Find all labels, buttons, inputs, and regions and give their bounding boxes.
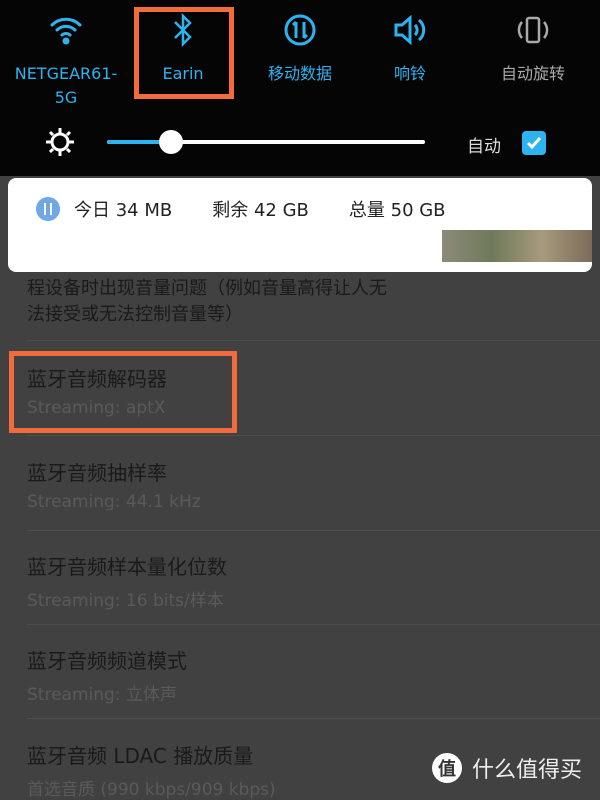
tile-ringer[interactable]: 响铃: [355, 10, 465, 86]
remaining-data: 剩余 42 GB: [212, 200, 309, 221]
brightness-slider[interactable]: [107, 130, 425, 154]
tile-wifi[interactable]: NETGEAR61- 5G: [11, 10, 121, 110]
data-usage-card[interactable]: 今日 34 MB 剩余 42 GB 总量 50 GB: [8, 178, 592, 272]
tile-mobile-data[interactable]: 移动数据: [245, 10, 355, 86]
watermark: 值什么值得买: [432, 752, 582, 784]
divider: [27, 435, 600, 436]
setting-item-bits[interactable]: 蓝牙音频样本量化位数 Streaming: 16 bits/样本: [27, 551, 227, 611]
tile-label: NETGEAR61-: [14, 64, 118, 83]
setting-subtitle: Streaming: 16 bits/样本: [27, 591, 224, 611]
tile-label: 响铃: [393, 64, 426, 83]
setting-title: 蓝牙音频样本量化位数: [27, 555, 227, 579]
tile-label: 自动旋转: [500, 64, 565, 83]
tile-auto-rotate[interactable]: 自动旋转: [478, 10, 588, 86]
setting-item-sample-rate[interactable]: 蓝牙音频抽样率 Streaming: 44.1 kHz: [27, 457, 201, 512]
divider: [27, 340, 600, 341]
settings-partial-description: 程设备时出现音量问题（例如音量高得让人无 法接受或无法控制音量等）: [27, 276, 387, 328]
setting-item-ldac[interactable]: 蓝牙音频 LDAC 播放质量首选音质 (990 kbps/909 kbps): [27, 740, 276, 800]
data-usage-icon: [36, 197, 60, 221]
auto-brightness-checkbox[interactable]: [522, 131, 546, 155]
highlight-box: [134, 7, 234, 99]
description-line: 程设备时出现音量问题（例如音量高得让人无: [27, 278, 387, 299]
total-data: 总量 50 GB: [348, 200, 446, 221]
setting-subtitle: 首选音质 (990 kbps/909 kbps): [27, 780, 276, 800]
auto-brightness-label: 自动: [467, 137, 501, 157]
setting-subtitle: Streaming: 44.1 kHz: [27, 492, 201, 512]
setting-title: 蓝牙音频频道模式: [27, 649, 187, 673]
tile-label: 移动数据: [267, 64, 332, 83]
quick-settings-panel: NETGEAR61- 5G Earin 移动数据 响铃 自动旋转 自动: [0, 0, 600, 176]
watermark-text: 什么值得买: [472, 758, 583, 783]
brightness-thumb[interactable]: [158, 130, 183, 154]
divider: [27, 718, 600, 719]
setting-title: 蓝牙音频 LDAC 播放质量: [27, 744, 254, 768]
today-usage: 今日 34 MB: [74, 200, 173, 221]
setting-subtitle: Streaming: 立体声: [27, 685, 177, 705]
watermark-logo: 值: [432, 753, 462, 783]
setting-item-channel[interactable]: 蓝牙音频频道模式 Streaming: 立体声: [27, 645, 187, 705]
brightness-icon: [44, 126, 76, 162]
highlight-box: [9, 351, 237, 433]
setting-title: 蓝牙音频抽样率: [27, 461, 167, 485]
tile-label: 5G: [54, 88, 78, 107]
divider: [27, 530, 600, 531]
description-line: 法接受或无法控制音量等）: [27, 304, 243, 325]
mobile-data-icon: [245, 10, 355, 50]
notification-thumbnail: [442, 230, 592, 262]
wifi-icon: [11, 10, 121, 50]
divider: [27, 624, 600, 625]
auto-rotate-icon: [478, 10, 588, 50]
speaker-icon: [355, 10, 465, 50]
